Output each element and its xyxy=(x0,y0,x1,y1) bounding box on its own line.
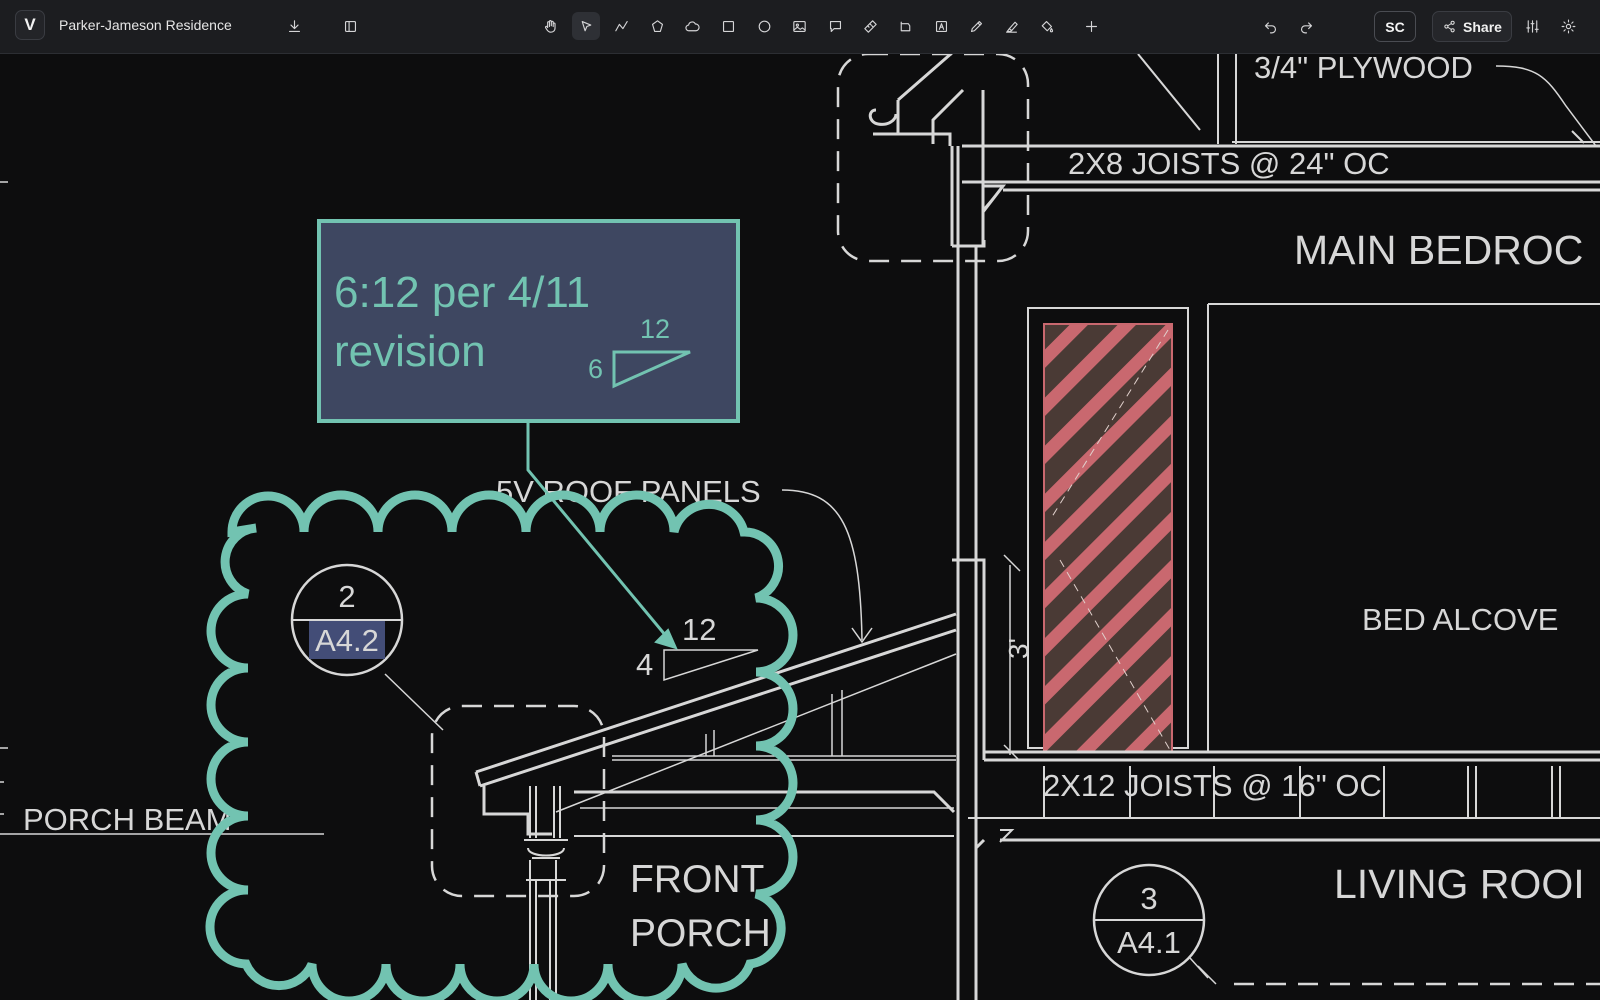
document-title[interactable]: Parker-Jameson Residence xyxy=(59,17,232,33)
pen-icon[interactable] xyxy=(962,12,990,40)
roof-panels-leader xyxy=(781,489,863,641)
cloud-icon[interactable] xyxy=(678,12,706,40)
marker-3-number: 3 xyxy=(1140,881,1157,916)
callout-icon[interactable] xyxy=(821,12,849,40)
drawing-canvas[interactable]: 3/4" PLYWOOD 2X8 JOISTS @ 24" OC MAIN BE… xyxy=(0,54,1600,1000)
share-icon xyxy=(1444,20,1455,33)
hand-icon[interactable] xyxy=(536,12,564,40)
share-label: Share xyxy=(1463,18,1502,35)
measure-ruler-icon[interactable] xyxy=(856,12,884,40)
undo-icon[interactable] xyxy=(1256,12,1284,40)
highlighter-icon[interactable] xyxy=(997,12,1025,40)
callout-rise: 6 xyxy=(588,354,603,384)
label-dim-3ft: 3' xyxy=(1003,638,1034,659)
add-icon[interactable] xyxy=(1077,12,1105,40)
roof-edge-upper xyxy=(868,54,965,146)
marker-3-sheet: A4.1 xyxy=(1117,925,1181,960)
marker-2-sheet: A4.2 xyxy=(315,623,379,658)
callout-text-line1: 6:12 per 4/11 xyxy=(334,268,590,317)
label-porch-beam: PORCH BEAM xyxy=(23,802,231,837)
label-main-bedroom: MAIN BEDROC xyxy=(1294,227,1583,273)
detail-bubble-upper[interactable] xyxy=(836,54,1030,263)
rectangle-icon[interactable] xyxy=(714,12,742,40)
ellipse-icon[interactable] xyxy=(750,12,778,40)
polyline-icon[interactable] xyxy=(607,12,635,40)
label-joists-top: 2X8 JOISTS @ 24" OC xyxy=(1068,146,1390,181)
label-slope-run: 12 xyxy=(682,612,716,647)
label-slope-rise: 4 xyxy=(636,647,653,682)
slope-triangle-4-12 xyxy=(663,649,759,682)
app-logo[interactable]: V xyxy=(15,10,45,40)
marker-2-number: 2 xyxy=(338,579,355,614)
hatched-wall-markup[interactable] xyxy=(1043,323,1173,753)
select-pointer-icon[interactable] xyxy=(572,12,600,40)
text-box-icon[interactable] xyxy=(927,12,955,40)
exterior-wall xyxy=(950,90,986,1000)
image-icon[interactable] xyxy=(785,12,813,40)
edge-ticks xyxy=(0,181,8,815)
fill-bucket-icon[interactable] xyxy=(1032,12,1060,40)
adjustments-icon[interactable] xyxy=(1518,12,1546,40)
download-icon[interactable] xyxy=(280,12,308,40)
revision-callout[interactable]: 6:12 per 4/11 revision 12 6 xyxy=(317,219,740,423)
label-joists-bottom: 2X12 JOISTS @ 16" OC xyxy=(1043,768,1382,803)
callout-text-line2: revision xyxy=(334,327,486,376)
redo-icon[interactable] xyxy=(1292,12,1320,40)
polygon-icon[interactable] xyxy=(643,12,671,40)
label-front: FRONT xyxy=(630,858,764,901)
porch-roof xyxy=(474,612,957,837)
user-avatar[interactable]: SC xyxy=(1374,11,1416,42)
label-living-room: LIVING ROOI xyxy=(1334,861,1585,907)
detail-bubble-porch[interactable] xyxy=(430,704,606,898)
label-plywood: 3/4" PLYWOOD xyxy=(1254,54,1473,85)
callout-run: 12 xyxy=(640,314,670,344)
label-porch: PORCH xyxy=(630,912,771,955)
label-bed-alcove: BED ALCOVE xyxy=(1362,602,1558,637)
share-button[interactable]: Share xyxy=(1432,11,1512,42)
sidebar-toggle-icon[interactable] xyxy=(336,12,364,40)
area-icon[interactable] xyxy=(891,12,919,40)
settings-icon[interactable] xyxy=(1554,12,1582,40)
callout-leader-arrow[interactable] xyxy=(526,420,678,650)
top-toolbar: V Parker-Jameson Residence SC Share xyxy=(0,0,1600,54)
